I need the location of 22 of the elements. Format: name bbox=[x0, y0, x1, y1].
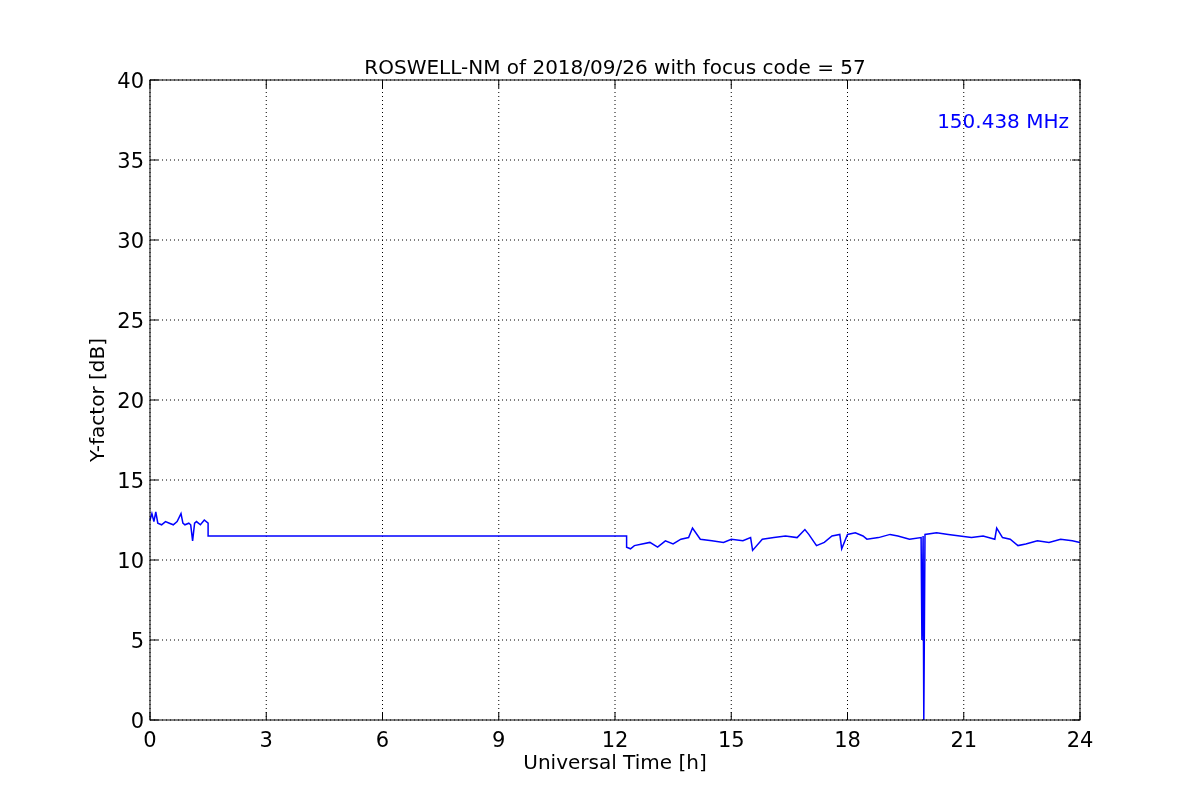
tick-label: 6 bbox=[375, 728, 390, 752]
tick-label: 24 bbox=[1066, 728, 1094, 752]
tick-label: 40 bbox=[117, 69, 144, 93]
frequency-label: 150.438 MHz bbox=[937, 109, 1069, 133]
tick-label: 21 bbox=[950, 728, 978, 752]
chart-title: ROSWELL-NM of 2018/09/26 with focus code = 57 bbox=[364, 55, 866, 79]
tick-label: 9 bbox=[492, 728, 506, 752]
tick-label: 0 bbox=[130, 709, 144, 733]
tick-label: 15 bbox=[117, 469, 144, 493]
x-axis-label: Universal Time [h] bbox=[523, 750, 707, 774]
tick-label: 0 bbox=[143, 728, 157, 752]
y-axis-label: Y-factor [dB] bbox=[85, 338, 109, 462]
tick-label: 15 bbox=[717, 728, 745, 752]
tick-label: 30 bbox=[117, 229, 144, 253]
tick-label: 35 bbox=[117, 149, 144, 173]
tick-label: 3 bbox=[259, 728, 273, 752]
tick-label: 18 bbox=[834, 728, 861, 752]
tick-label: 10 bbox=[117, 549, 144, 573]
tick-label: 5 bbox=[130, 629, 144, 653]
tick-label: 25 bbox=[117, 309, 144, 333]
tick-label: 20 bbox=[117, 389, 144, 413]
tick-label: 12 bbox=[601, 728, 629, 752]
